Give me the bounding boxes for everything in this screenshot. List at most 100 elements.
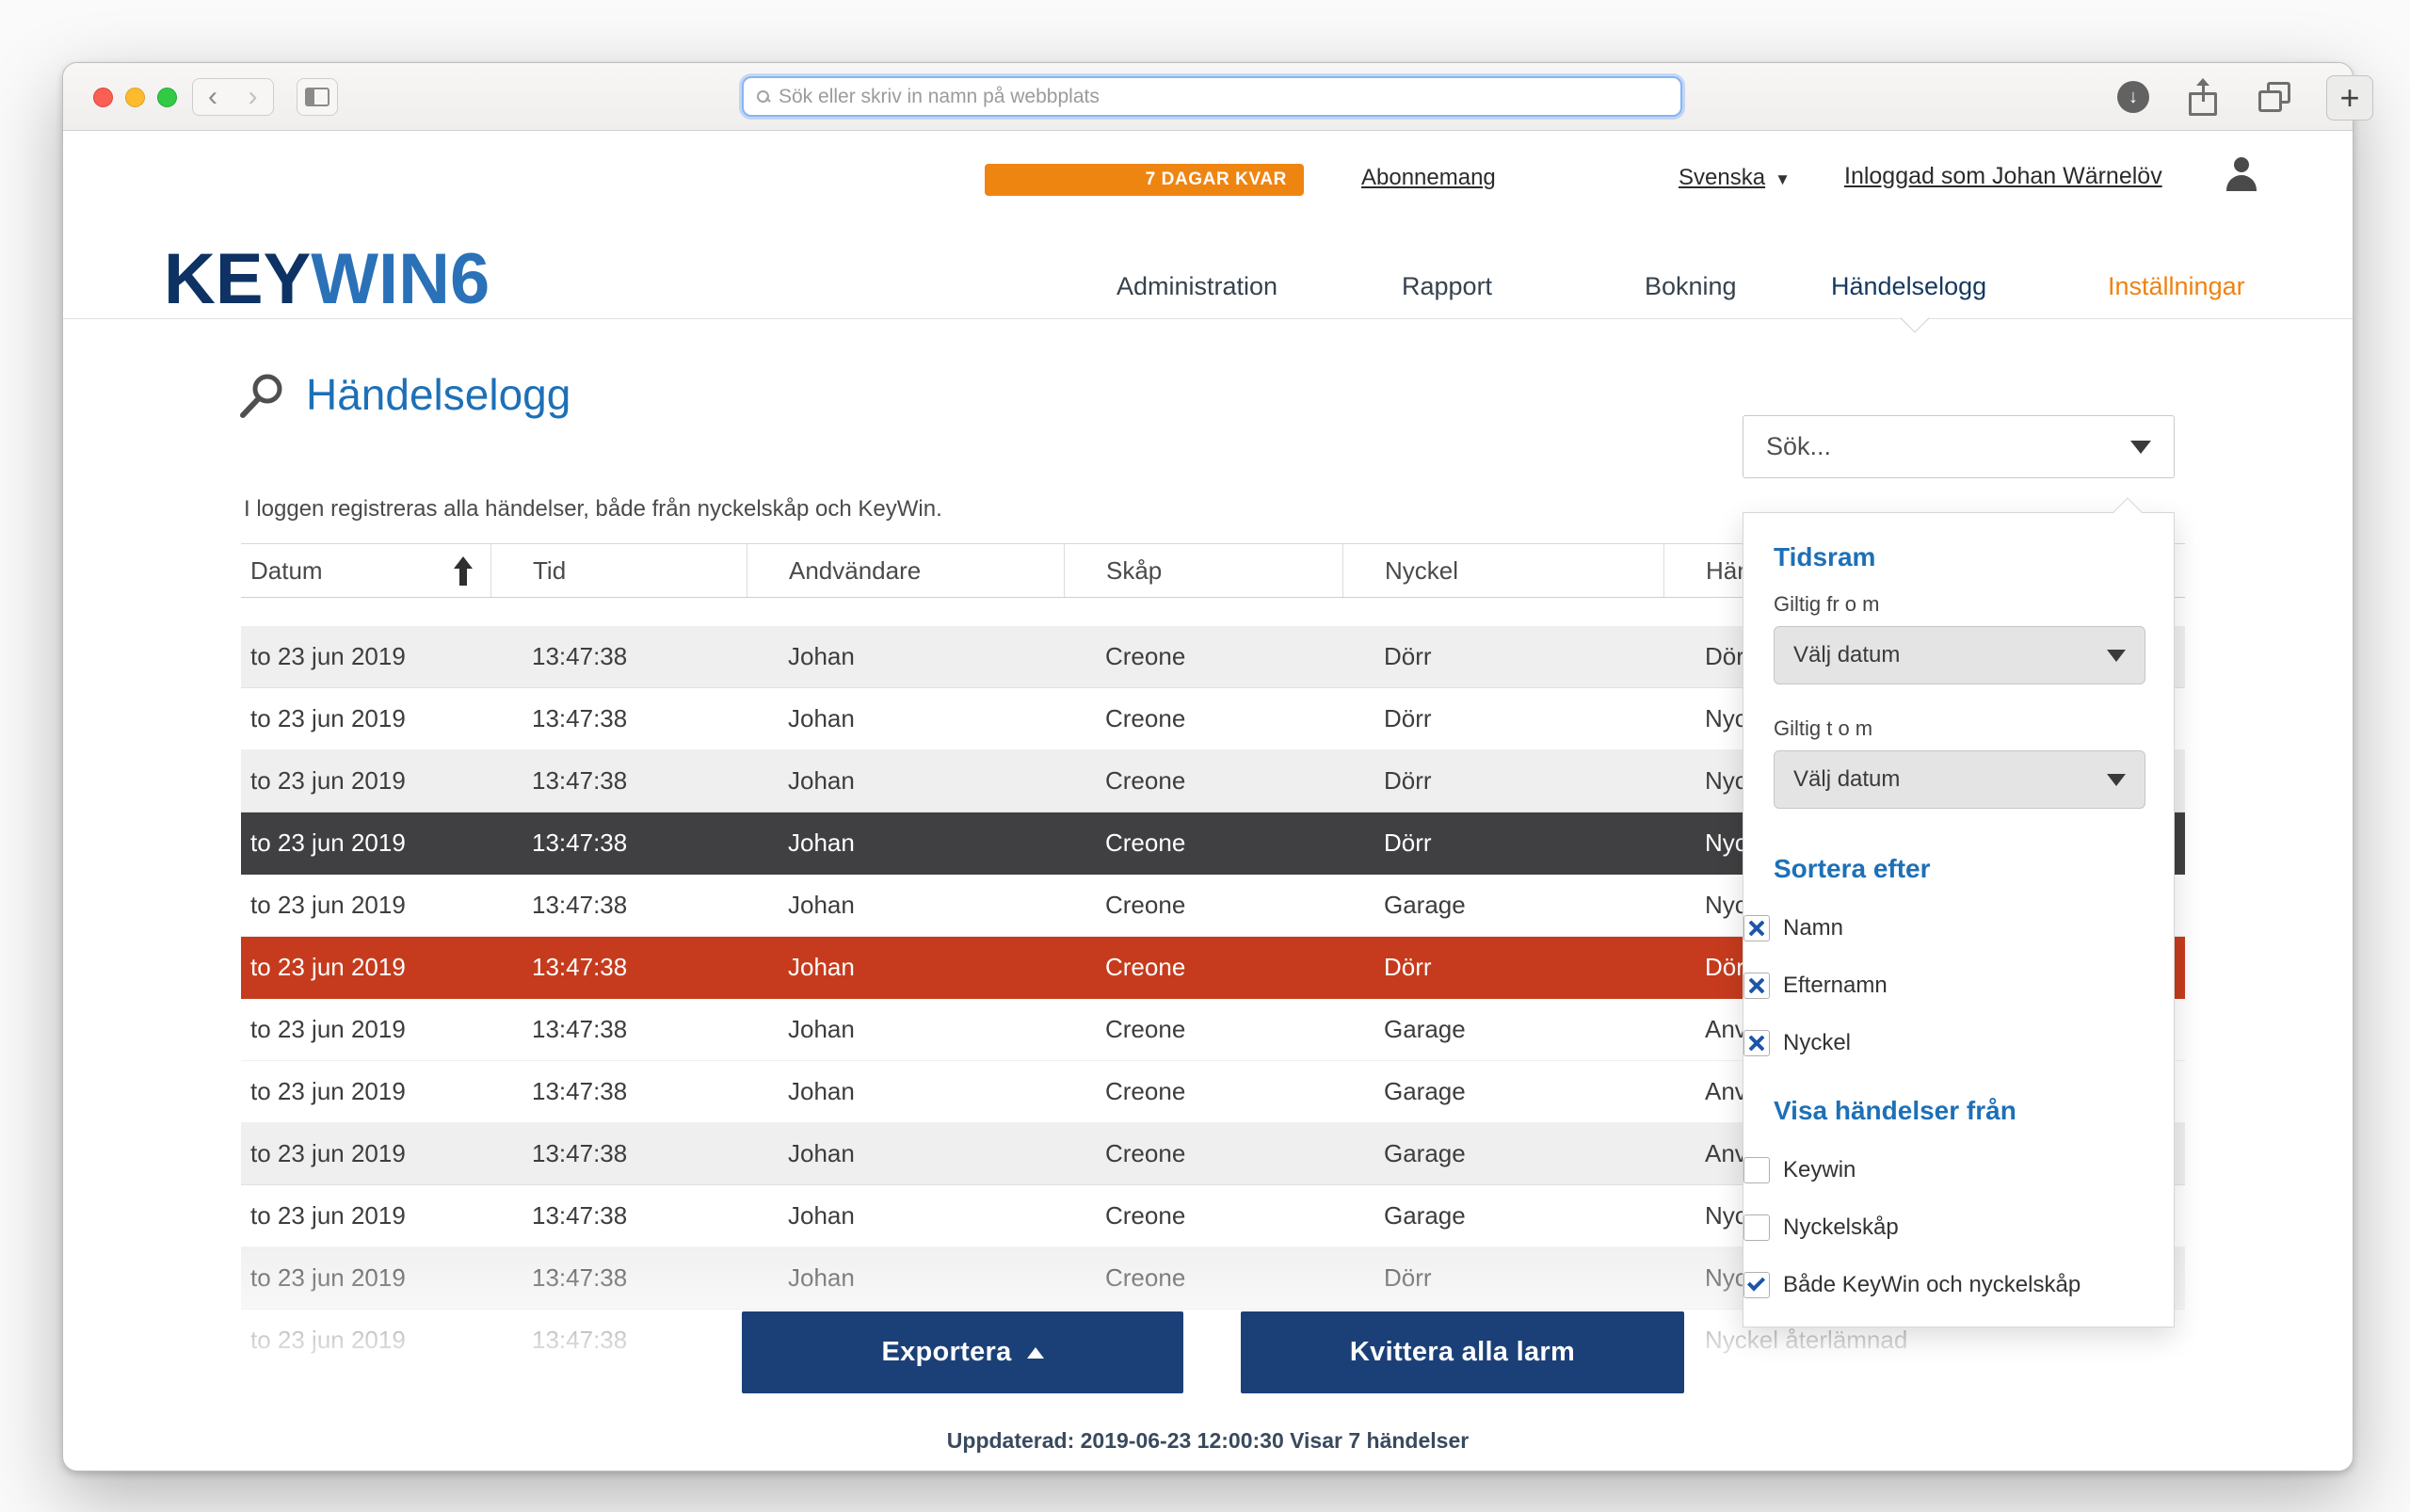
cell-datum: to 23 jun 2019: [250, 1326, 406, 1354]
search-dropdown[interactable]: Sök...: [1743, 415, 2175, 478]
cell-nyckel: Garage: [1384, 1139, 1466, 1167]
cell-anvandare: Johan: [788, 953, 855, 981]
column-header-anvandare[interactable]: Andvändare: [747, 544, 1064, 597]
cell-anvandare: Johan: [788, 704, 855, 732]
back-button[interactable]: ‹: [192, 78, 233, 116]
cell-datum: to 23 jun 2019: [250, 704, 406, 732]
valid-from-date-select[interactable]: Välj datum: [1774, 626, 2145, 684]
checkbox-label: Namn: [1783, 915, 1844, 941]
cell-skap: Creone: [1105, 1139, 1186, 1167]
cell-tid: 13:47:38: [532, 1326, 628, 1354]
nav-item-handelselogg[interactable]: Händelselogg: [1831, 272, 1986, 301]
cell-skap: Creone: [1105, 891, 1186, 919]
cell-anvandare: Johan: [788, 642, 855, 670]
forward-icon: ›: [248, 81, 258, 112]
chevron-down-icon: [2107, 773, 2126, 786]
search-dropdown-label: Sök...: [1766, 432, 1832, 460]
browser-window: ‹ › Sök eller skriv in namn på webbplats…: [62, 62, 2354, 1472]
address-bar[interactable]: Sök eller skriv in namn på webbplats: [742, 76, 1682, 117]
new-tab-button[interactable]: +: [2326, 75, 2373, 121]
cell-skap: Creone: [1105, 704, 1186, 732]
checkbox-option[interactable]: Keywin: [1743, 1151, 1856, 1189]
valid-to-date-select[interactable]: Välj datum: [1774, 750, 2145, 809]
zoom-window-button[interactable]: [157, 88, 177, 107]
logged-in-user-link[interactable]: Inloggad som Johan Wärnelöv: [1844, 163, 2162, 190]
column-header-tid[interactable]: Tid: [490, 544, 747, 597]
checkbox-label: Både KeyWin och nyckelskåp: [1783, 1272, 2081, 1297]
minimize-window-button[interactable]: [125, 88, 145, 107]
sidebar-icon: [305, 88, 329, 106]
browser-toolbar: ‹ › Sök eller skriv in namn på webbplats…: [63, 63, 2353, 131]
cell-tid: 13:47:38: [532, 1077, 628, 1105]
cell-nyckel: Dörr: [1384, 1263, 1432, 1292]
cell-skap: Creone: [1105, 1201, 1186, 1230]
nav-item-administration[interactable]: Administration: [1117, 272, 1277, 301]
checkbox-option[interactable]: Namn: [1743, 909, 1843, 947]
section-title-sortera: Sortera efter: [1774, 854, 1931, 883]
search-icon: [757, 89, 770, 104]
x-mark-checkbox-icon: [1743, 1030, 1770, 1056]
magnifier-icon: [234, 370, 287, 427]
x-mark-checkbox-icon: [1743, 973, 1770, 999]
nav-item-rapport[interactable]: Rapport: [1402, 272, 1492, 301]
check-mark-checkbox-icon: [1743, 1272, 1770, 1298]
trial-days-badge: 7 DAGAR KVAR: [985, 164, 1304, 196]
cell-anvandare: Johan: [788, 766, 855, 795]
cell-tid: 13:47:38: [532, 704, 628, 732]
forward-button[interactable]: ›: [233, 78, 274, 116]
cell-nyckel: Dörr: [1384, 642, 1432, 670]
column-header-datum[interactable]: Datum: [241, 544, 490, 597]
cell-datum: to 23 jun 2019: [250, 1201, 406, 1230]
cell-nyckel: Dörr: [1384, 766, 1432, 795]
header-divider: [63, 318, 2353, 319]
tab-overview-button[interactable]: [2258, 82, 2290, 112]
keywin-logo[interactable]: KEYWIN6: [164, 244, 490, 315]
nav-item-bokning[interactable]: Bokning: [1645, 272, 1737, 301]
section-title-tidsram: Tidsram: [1774, 542, 1876, 571]
back-icon: ‹: [208, 81, 217, 112]
cell-skap: Creone: [1105, 766, 1186, 795]
download-icon: ↓: [2129, 86, 2138, 107]
acknowledge-alarms-button[interactable]: Kvittera alla larm: [1241, 1311, 1684, 1393]
column-header-skap[interactable]: Skåp: [1064, 544, 1342, 597]
share-button[interactable]: [2189, 78, 2217, 116]
cell-nyckel: Dörr: [1384, 704, 1432, 732]
checkbox-option[interactable]: Nyckelskåp: [1743, 1209, 1899, 1247]
checkbox-option[interactable]: Både KeyWin och nyckelskåp: [1743, 1266, 2081, 1304]
cell-anvandare: Johan: [788, 891, 855, 919]
cell-datum: to 23 jun 2019: [250, 766, 406, 795]
checkbox-option[interactable]: Efternamn: [1743, 967, 1888, 1005]
close-window-button[interactable]: [93, 88, 113, 107]
cell-tid: 13:47:38: [532, 1201, 628, 1230]
cell-anvandare: Johan: [788, 1015, 855, 1043]
cell-datum: to 23 jun 2019: [250, 1263, 406, 1292]
sort-ascending-icon[interactable]: [452, 556, 474, 587]
cell-tid: 13:47:38: [532, 891, 628, 919]
subscription-link[interactable]: Abonnemang: [1361, 165, 1496, 191]
language-selector[interactable]: Svenska ▼: [1679, 165, 1791, 191]
user-icon: [2224, 157, 2259, 193]
column-header-nyckel[interactable]: Nyckel: [1342, 544, 1663, 597]
cell-anvandare: Johan: [788, 1201, 855, 1230]
cell-tid: 13:47:38: [532, 642, 628, 670]
cell-datum: to 23 jun 2019: [250, 1015, 406, 1043]
cell-skap: Creone: [1105, 1077, 1186, 1105]
cell-datum: to 23 jun 2019: [250, 642, 406, 670]
status-bar: Uppdaterad: 2019-06-23 12:00:30 Visar 7 …: [946, 1428, 1470, 1453]
chevron-down-icon: [2107, 649, 2126, 662]
cell-tid: 13:47:38: [532, 766, 628, 795]
downloads-button[interactable]: ↓: [2117, 81, 2149, 113]
cell-skap: Creone: [1105, 1015, 1186, 1043]
empty-checkbox-icon: [1743, 1157, 1770, 1183]
cell-tid: 13:47:38: [532, 1139, 628, 1167]
cell-tid: 13:47:38: [532, 1263, 628, 1292]
checkbox-label: Nyckel: [1783, 1030, 1852, 1055]
cell-nyckel: Garage: [1384, 891, 1466, 919]
cell-anvandare: Johan: [788, 1077, 855, 1105]
cell-tid: 13:47:38: [532, 828, 628, 857]
nav-item-installningar[interactable]: Inställningar: [2108, 272, 2245, 301]
sidebar-toggle-button[interactable]: [297, 78, 338, 116]
export-button[interactable]: Exportera: [742, 1311, 1183, 1393]
checkbox-option[interactable]: Nyckel: [1743, 1024, 1851, 1062]
cell-nyckel: Dörr: [1384, 828, 1432, 857]
